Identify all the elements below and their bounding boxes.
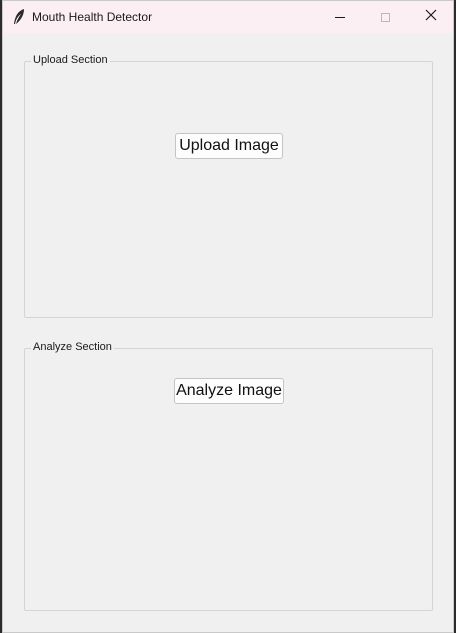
feather-icon <box>12 8 26 26</box>
maximize-icon <box>380 12 390 22</box>
maximize-button[interactable] <box>362 1 408 33</box>
close-icon <box>425 8 437 26</box>
minimize-icon <box>335 16 345 18</box>
app-window: Mouth Health Detector Upload Section Upl… <box>2 0 454 633</box>
analyze-image-button[interactable]: Analyze Image <box>174 378 284 404</box>
upload-section-label: Upload Section <box>31 54 110 66</box>
minimize-button[interactable] <box>317 1 363 33</box>
window-title: Mouth Health Detector <box>32 10 153 24</box>
analyze-section-label: Analyze Section <box>31 341 114 353</box>
analyze-section: Analyze Section Analyze Image <box>24 341 433 611</box>
title-bar[interactable]: Mouth Health Detector <box>3 1 453 33</box>
upload-section: Upload Section Upload Image <box>24 54 433 318</box>
upload-image-button[interactable]: Upload Image <box>175 133 283 159</box>
close-button[interactable] <box>408 1 454 33</box>
